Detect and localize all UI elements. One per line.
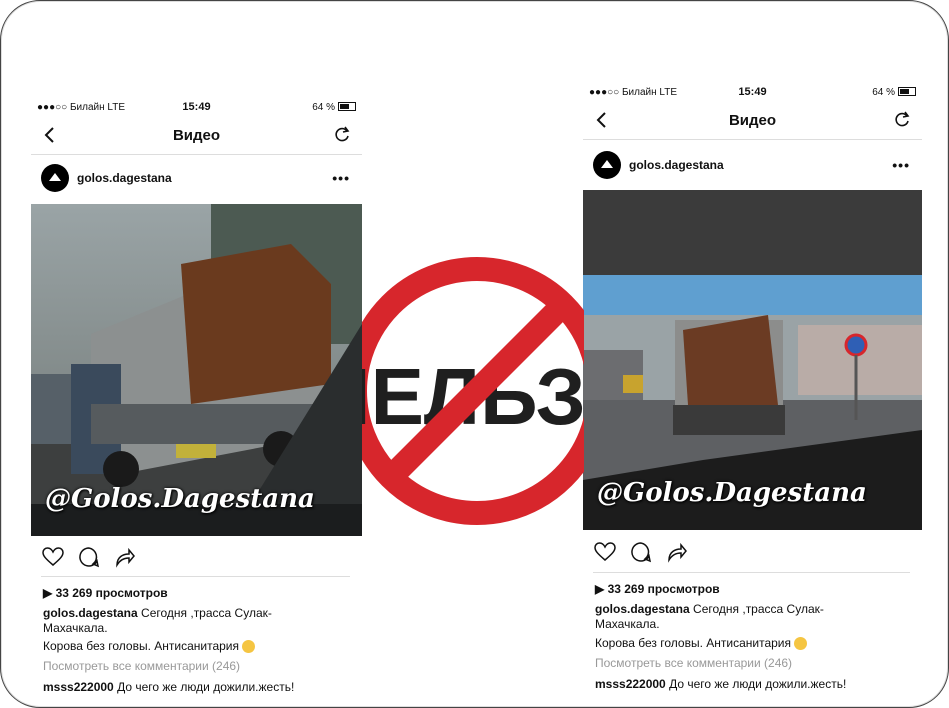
nav-bar: Видео	[31, 116, 362, 155]
battery-icon	[338, 102, 356, 112]
emoji-icon	[794, 637, 808, 651]
nav-title: Видео	[172, 126, 221, 144]
views-label: 33 269 просмотров	[55, 586, 168, 600]
caption-line-2: Корова без головы. Антисанитария	[43, 639, 256, 654]
more-icon[interactable]: •••	[892, 157, 910, 173]
nav-title: Видео	[728, 111, 777, 129]
back-icon[interactable]	[41, 125, 59, 145]
status-bar: ●●●○○ Билайн LTE 15:49 64 %	[31, 98, 362, 116]
views-count: ▶ 33 269 просмотров	[595, 582, 720, 596]
clock-label: 15:49	[182, 101, 211, 113]
comment-row: msss222000 До чего же люди дожили.жесть!	[43, 680, 294, 695]
action-bar	[593, 540, 689, 564]
caption-username[interactable]: golos.dagestana	[595, 602, 690, 616]
heart-icon[interactable]	[41, 545, 65, 569]
divider	[41, 576, 350, 577]
emoji-icon	[242, 640, 256, 654]
nav-bar: Видео	[583, 101, 922, 140]
battery-icon	[898, 87, 916, 97]
left-phone-screenshot: ●●●○○ Билайн LTE 15:49 64 % Видео golos.…	[31, 98, 362, 702]
video-watermark: @Golos.Dagestana	[45, 484, 315, 514]
back-icon[interactable]	[593, 110, 611, 130]
comment-username[interactable]: msss222000	[595, 677, 666, 691]
divider	[593, 572, 910, 573]
post-username[interactable]: golos.dagestana	[629, 158, 724, 172]
comment-icon[interactable]	[77, 545, 101, 569]
comment-text: До чего же люди дожили.жесть!	[669, 677, 847, 691]
prohibition-sign: НЕЛЬЗЯ	[362, 257, 584, 525]
clock-label: 15:49	[738, 86, 767, 98]
views-label: 33 269 просмотров	[607, 582, 720, 596]
post-header: golos.dagestana •••	[583, 143, 922, 187]
avatar[interactable]	[41, 164, 69, 192]
comment-icon[interactable]	[629, 540, 653, 564]
refresh-icon[interactable]	[892, 109, 912, 129]
comment-username[interactable]: msss222000	[43, 680, 114, 694]
status-bar: ●●●○○ Билайн LTE 15:49 64 %	[583, 83, 922, 101]
comment-text: До чего же люди дожили.жесть!	[117, 680, 295, 694]
video-watermark: @Golos.Dagestana	[597, 478, 867, 508]
comment-row: msss222000 До чего же люди дожили.жесть!	[595, 677, 846, 692]
slide-frame: ●●●○○ Билайн LTE 15:49 64 % Видео golos.…	[0, 0, 949, 708]
action-bar	[41, 545, 137, 569]
caption-line-2-text: Корова без головы. Антисанитария	[595, 636, 791, 650]
video-player[interactable]: @Golos.Dagestana	[31, 204, 362, 536]
caption-line-2-text: Корова без головы. Антисанитария	[43, 639, 239, 653]
caption-line-2: Корова без головы. Антисанитария	[595, 636, 808, 651]
heart-icon[interactable]	[593, 540, 617, 564]
avatar[interactable]	[593, 151, 621, 179]
caption-username[interactable]: golos.dagestana	[43, 606, 138, 620]
refresh-icon[interactable]	[332, 124, 352, 144]
share-icon[interactable]	[113, 545, 137, 569]
views-count: ▶ 33 269 просмотров	[43, 586, 168, 600]
post-caption: golos.dagestana Сегодня ,трасса Сулак-Ма…	[43, 606, 313, 636]
post-header: golos.dagestana •••	[31, 156, 362, 200]
share-icon[interactable]	[665, 540, 689, 564]
view-comments-link[interactable]: Посмотреть все комментарии (246)	[43, 659, 240, 674]
post-username[interactable]: golos.dagestana	[77, 171, 172, 185]
view-comments-link[interactable]: Посмотреть все комментарии (246)	[595, 656, 792, 671]
post-caption: golos.dagestana Сегодня ,трасса Сулак-Ма…	[595, 602, 870, 632]
video-player[interactable]: @Golos.Dagestana	[583, 190, 922, 530]
right-phone-screenshot: ●●●○○ Билайн LTE 15:49 64 % Видео golos.…	[583, 83, 922, 703]
more-icon[interactable]: •••	[332, 170, 350, 186]
